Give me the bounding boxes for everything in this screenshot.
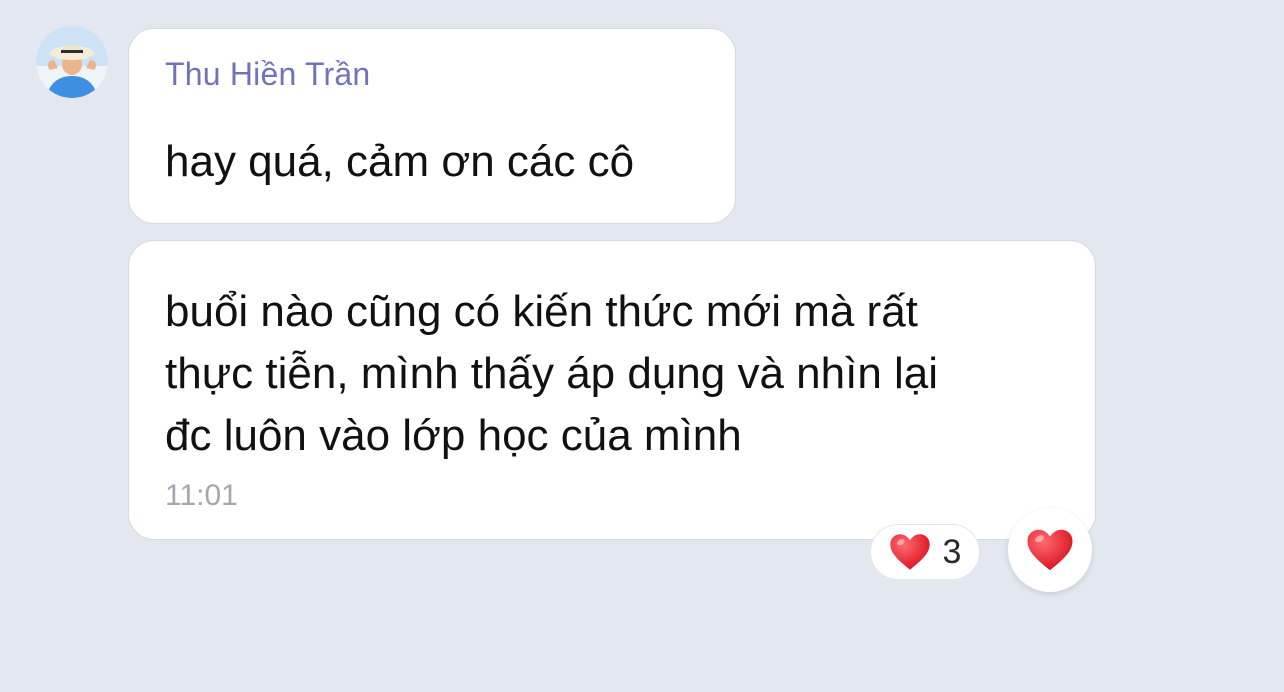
user-avatar-photo <box>36 26 108 98</box>
sender-name[interactable]: Thu Hiền Trần <box>165 56 370 93</box>
message-text: buổi nào cũng có kiến thức mới mà rất th… <box>165 281 1065 467</box>
message-line: buổi nào cũng có kiến thức mới mà rất <box>165 287 918 336</box>
reaction-count: 3 <box>942 532 962 571</box>
sender-avatar[interactable] <box>36 26 108 98</box>
heart-icon <box>889 534 930 570</box>
message-text: hay quá, cảm ơn các cô <box>165 137 635 186</box>
message-line: thực tiễn, mình thấy áp dụng và nhìn lại <box>165 349 939 398</box>
message-bubble[interactable]: Thu Hiền Trần hay quá, cảm ơn các cô <box>128 28 736 224</box>
react-heart-button[interactable] <box>1008 508 1092 592</box>
message-line: đc luôn vào lớp học của mình <box>165 411 742 460</box>
message-bubble[interactable]: buổi nào cũng có kiến thức mới mà rất th… <box>128 240 1096 540</box>
heart-icon <box>1027 529 1073 571</box>
message-timestamp: 11:01 <box>165 479 238 512</box>
reaction-summary[interactable]: 3 <box>870 524 980 580</box>
